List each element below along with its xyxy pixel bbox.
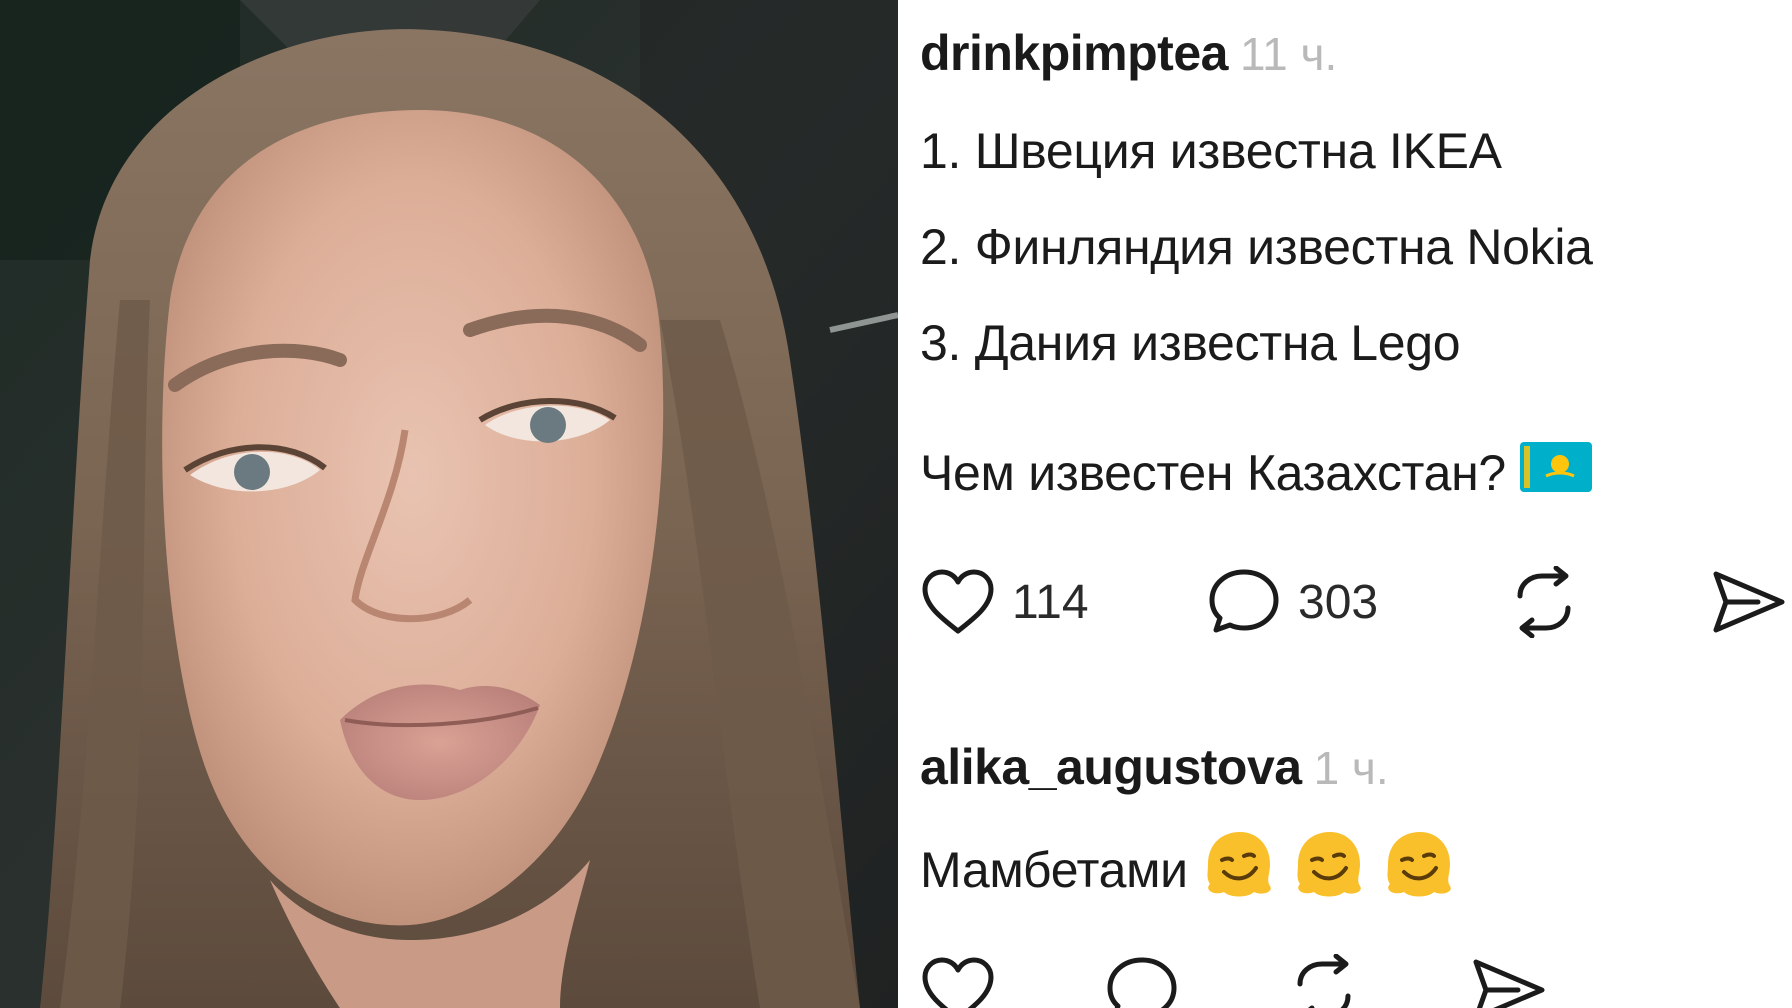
post-timestamp: 11 ч. <box>1239 28 1338 80</box>
melting-face-emoji-icon <box>1200 826 1278 912</box>
reply-repost-button[interactable] <box>1286 950 1362 1008</box>
reply-share-button[interactable] <box>1470 950 1546 1008</box>
post-line-1: 1. Швеция известна IKEA <box>920 123 1502 179</box>
reply-comment-button[interactable] <box>1104 950 1180 1008</box>
speech-bubble-icon <box>1209 569 1279 633</box>
like-button[interactable]: 114 <box>920 562 1089 642</box>
post-line-3: 3. Дания известна Lego <box>920 315 1461 371</box>
reply-actions <box>920 950 1790 1008</box>
reply-text: Мамбетами <box>920 842 1188 899</box>
share-button[interactable] <box>1710 562 1786 642</box>
melting-face-emoji-icon <box>1380 826 1458 912</box>
reply-timestamp: 1 ч. <box>1313 742 1389 794</box>
post-username[interactable]: drinkpimptea <box>920 25 1228 81</box>
reply-like-button[interactable] <box>920 950 996 1008</box>
reply-header: alika_augustova 1 ч. <box>920 738 1389 796</box>
kazakhstan-flag-icon <box>1519 441 1592 504</box>
video-image <box>0 0 898 1008</box>
post-question-line: Чем известен Казахстан? <box>920 441 1592 504</box>
heart-icon <box>922 957 994 1008</box>
comment-count: 303 <box>1298 575 1379 629</box>
speech-bubble-icon <box>1107 957 1177 1008</box>
post-actions: 114 303 <box>920 562 1790 642</box>
reply-username[interactable]: alika_augustova <box>920 739 1302 795</box>
post-header: drinkpimptea 11 ч. <box>920 24 1337 82</box>
video-frame[interactable] <box>0 0 898 1008</box>
thread-panel: drinkpimptea 11 ч. 1. Швеция известна IKE… <box>898 0 1792 1008</box>
repost-icon <box>1297 954 1351 1008</box>
repost-icon <box>1517 566 1571 638</box>
like-count: 114 <box>1012 575 1089 629</box>
heart-icon <box>922 569 994 634</box>
post-question-text: Чем известен Казахстан? <box>920 445 1506 501</box>
send-icon <box>1473 959 1545 1008</box>
comment-button[interactable]: 303 <box>1206 562 1378 642</box>
screen-root: drinkpimptea 11 ч. 1. Швеция известна IKE… <box>0 0 1792 1008</box>
post-line-2: 2. Финляндия известна Nokia <box>920 219 1593 275</box>
reply-text-line: Мамбетами <box>920 832 1458 912</box>
melting-face-emoji-icon <box>1290 826 1368 912</box>
repost-button[interactable] <box>1506 562 1582 642</box>
send-icon <box>1713 571 1785 633</box>
